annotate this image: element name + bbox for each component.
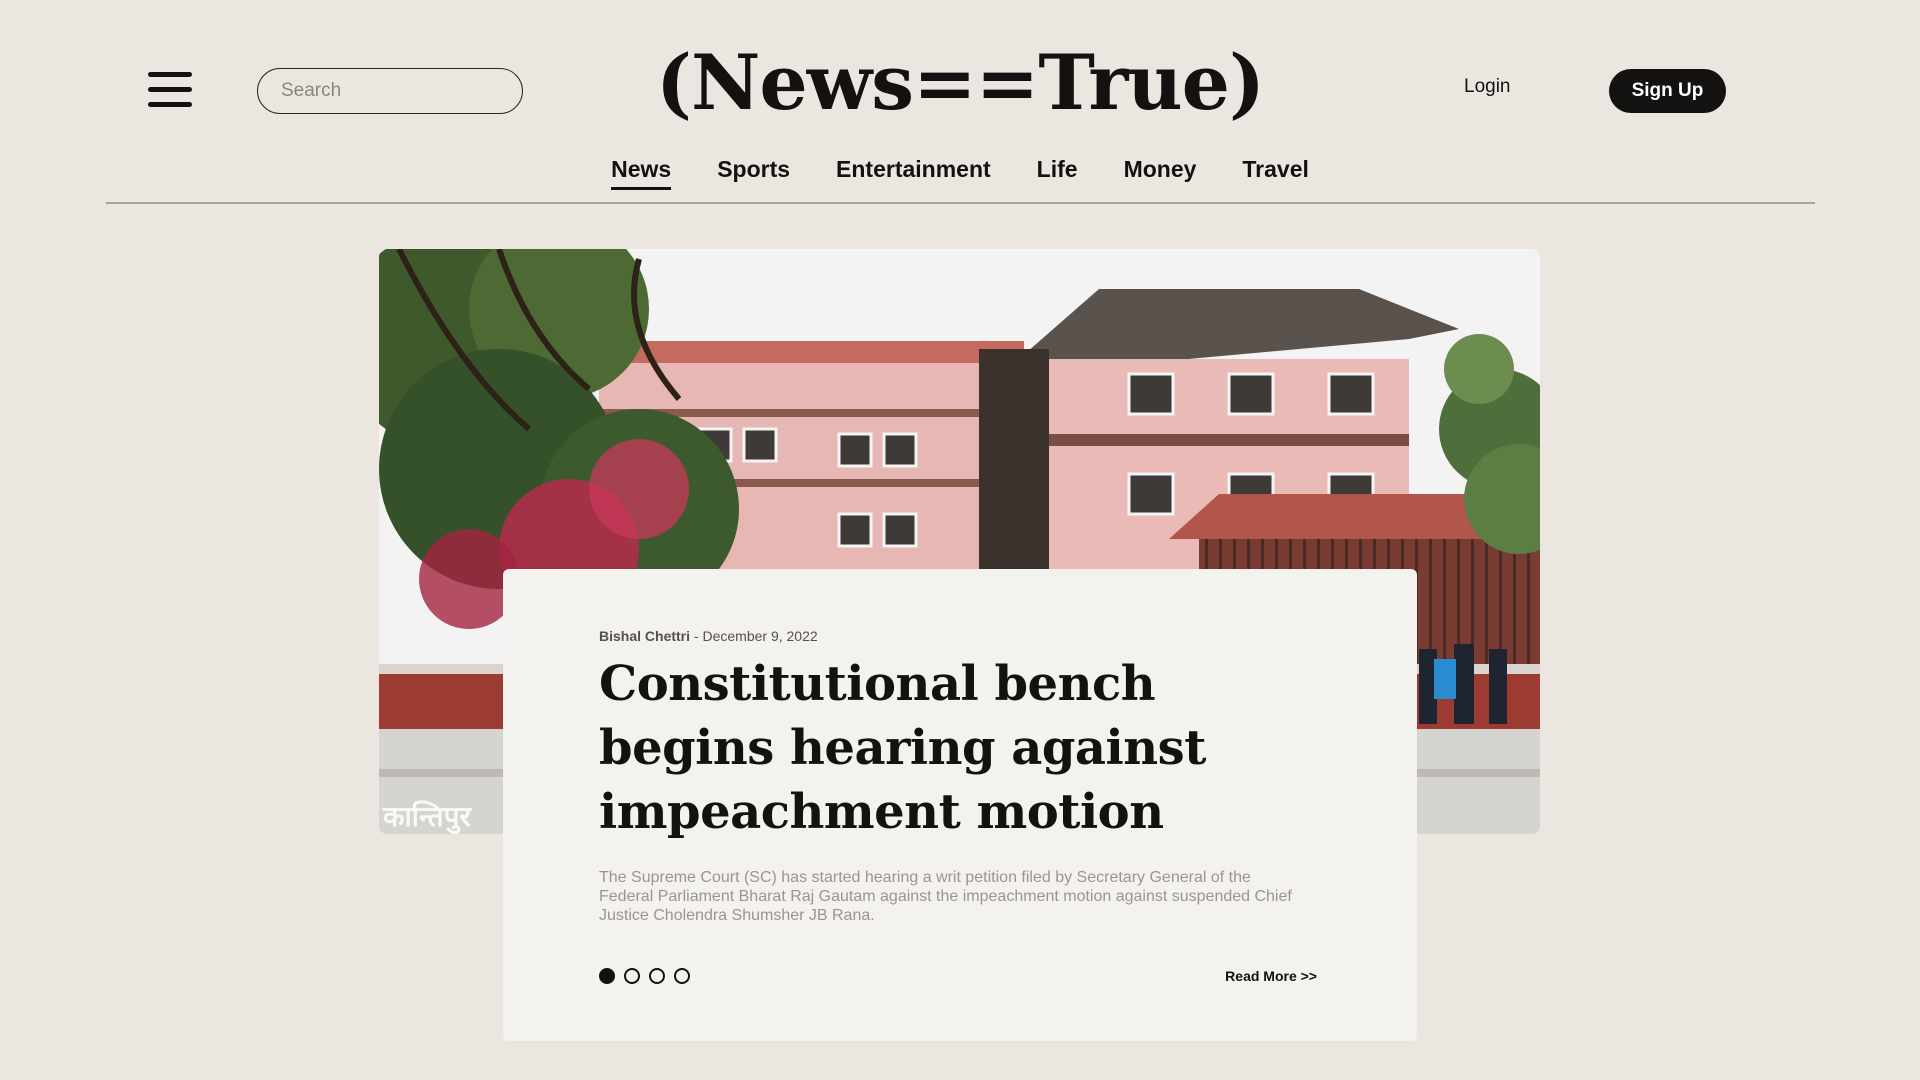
article-date: December 9, 2022 <box>702 628 818 644</box>
sign-up-button[interactable]: Sign Up <box>1609 69 1726 113</box>
nav-item-news[interactable]: News <box>611 156 672 190</box>
read-more-link[interactable]: Read More >> <box>1225 968 1317 984</box>
nav-item-sports[interactable]: Sports <box>717 156 790 190</box>
header-divider <box>106 202 1815 204</box>
search-box[interactable] <box>257 68 528 114</box>
category-nav: News Sports Entertainment Life Money Tra… <box>0 156 1920 190</box>
search-input[interactable] <box>279 79 528 103</box>
nav-item-travel[interactable]: Travel <box>1242 156 1309 190</box>
carousel-dot-3[interactable] <box>649 968 665 984</box>
card-footer: Read More >> <box>599 968 1317 984</box>
article-headline[interactable]: Constitutional bench begins hearing agai… <box>599 652 1319 844</box>
carousel-dot-4[interactable] <box>674 968 690 984</box>
image-watermark: कान्तिपुर <box>382 800 472 834</box>
login-link[interactable]: Login <box>1464 76 1511 98</box>
nav-item-entertainment[interactable]: Entertainment <box>836 156 991 190</box>
article-author[interactable]: Bishal Chettri <box>599 628 690 644</box>
article-meta: Bishal Chettri - December 9, 2022 <box>599 628 1320 644</box>
nav-item-life[interactable]: Life <box>1037 156 1078 190</box>
carousel-dot-1[interactable] <box>599 968 615 984</box>
carousel-dot-2[interactable] <box>624 968 640 984</box>
nav-item-money[interactable]: Money <box>1124 156 1197 190</box>
meta-separator: - <box>690 628 703 644</box>
site-header: (News==True) Login Sign Up News Sports E… <box>0 0 1920 205</box>
article-summary: The Supreme Court (SC) has started heari… <box>599 869 1292 924</box>
hamburger-menu-icon[interactable] <box>148 72 192 108</box>
featured-article-card: Bishal Chettri - December 9, 2022 Consti… <box>503 569 1417 1041</box>
carousel-dots <box>599 968 690 984</box>
